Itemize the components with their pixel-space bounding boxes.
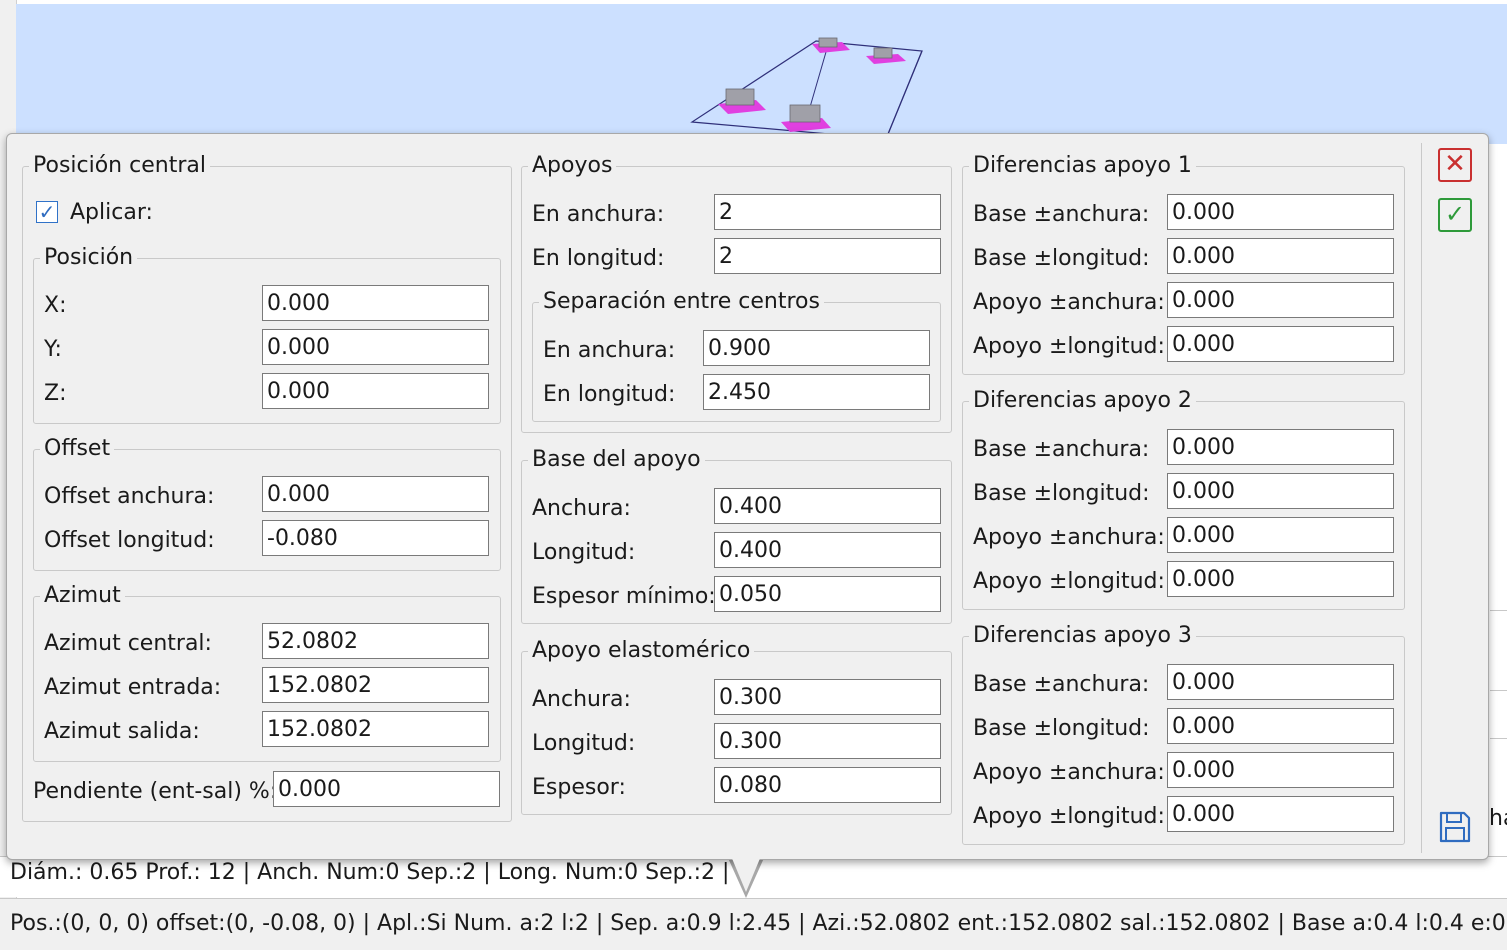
offset-width-input[interactable] [262,476,489,512]
diff1-support-length-label: Apoyo ±longitud: [973,334,1165,359]
support-settings-popup: Posición central ✓ Aplicar: Posición X: … [6,133,1489,860]
support-pad-2 [866,47,906,64]
azimuth-entry-input[interactable] [262,667,489,703]
background-text-fragment: ha [1489,806,1507,831]
support-pad-3 [718,88,766,114]
diff2-base-width-input[interactable] [1167,429,1394,465]
azimuth-exit-input[interactable] [262,711,489,747]
save-icon [1439,811,1471,843]
diff3-base-length-label: Base ±longitud: [973,716,1150,741]
base-thickness-label: Espesor mínimo: [532,584,716,609]
group-title: Diferencias apoyo 2 [973,388,1192,413]
diff3-support-width-label: Apoyo ±anchura: [973,760,1165,785]
x-input[interactable] [262,285,489,321]
elastomer-width-label: Anchura: [532,687,631,712]
3d-viewport[interactable] [16,4,1507,144]
base-thickness-input[interactable] [714,576,941,612]
diff2-support-width-label: Apoyo ±anchura: [973,525,1165,550]
separation-length-input[interactable] [703,374,930,410]
group-title: Apoyo elastomérico [532,638,751,663]
diff3-base-width-label: Base ±anchura: [973,672,1150,697]
group-title: Diferencias apoyo 1 [973,153,1192,178]
separation-width-input[interactable] [703,330,930,366]
close-icon: ✕ [1444,149,1466,179]
x-label: X: [44,293,67,318]
separation-length-label: En longitud: [543,382,676,407]
group-title: Base del apoyo [532,447,701,472]
elastomer-length-input[interactable] [714,723,941,759]
elastomer-length-label: Longitud: [532,731,636,756]
diff2-base-width-label: Base ±anchura: [973,437,1150,462]
azimuth-central-label: Azimut central: [44,631,212,656]
group-title: Posición [44,245,134,270]
base-length-input[interactable] [714,532,941,568]
base-width-input[interactable] [714,488,941,524]
popup-pointer-fill [731,856,761,892]
diff2-base-length-input[interactable] [1167,473,1394,509]
elastomer-width-input[interactable] [714,679,941,715]
diff2-support-length-input[interactable] [1167,561,1394,597]
diff3-support-length-label: Apoyo ±longitud: [973,804,1165,829]
offset-length-input[interactable] [262,520,489,556]
group-title: Azimut [44,583,121,608]
y-label: Y: [44,337,62,362]
status-bar-text: Pos.:(0, 0, 0) offset:(0, -0.08, 0) | Ap… [10,911,1507,936]
z-label: Z: [44,381,67,406]
z-input[interactable] [262,373,489,409]
status-bar: Pos.:(0, 0, 0) offset:(0, -0.08, 0) | Ap… [0,898,1507,950]
diff2-base-length-label: Base ±longitud: [973,481,1150,506]
action-separator [1421,143,1422,853]
3d-scene [690,37,923,140]
slope-label: Pendiente (ent-sal) %: [33,779,278,804]
check-icon: ✓ [1444,200,1466,228]
diff1-base-width-label: Base ±anchura: [973,202,1150,227]
base-width-label: Anchura: [532,496,631,521]
group-title: Apoyos [532,153,613,178]
supports-length-label: En longitud: [532,246,665,271]
diff1-base-length-input[interactable] [1167,238,1394,274]
slope-input[interactable] [273,771,500,807]
save-button[interactable] [1438,810,1472,844]
azimuth-exit-label: Azimut salida: [44,719,200,744]
supports-length-input[interactable] [714,238,941,274]
offset-length-label: Offset longitud: [44,528,215,553]
info-line-text: Diám.: 0.65 Prof.: 12 | Anch. Num:0 Sep.… [10,860,730,885]
group-title: Diferencias apoyo 3 [973,623,1192,648]
y-input[interactable] [262,329,489,365]
accept-button[interactable]: ✓ [1438,198,1472,232]
diff1-support-length-input[interactable] [1167,326,1394,362]
diff2-support-length-label: Apoyo ±longitud: [973,569,1165,594]
elastomer-thickness-label: Espesor: [532,775,626,800]
diff3-base-length-input[interactable] [1167,708,1394,744]
apply-checkbox[interactable]: ✓ [36,201,58,223]
group-title: Separación entre centros [543,289,820,314]
diff2-support-width-input[interactable] [1167,517,1394,553]
azimuth-central-input[interactable] [262,623,489,659]
diff3-base-width-input[interactable] [1167,664,1394,700]
azimuth-entry-label: Azimut entrada: [44,675,222,700]
supports-width-label: En anchura: [532,202,665,227]
close-button[interactable]: ✕ [1438,148,1472,182]
base-length-label: Longitud: [532,540,636,565]
elastomer-thickness-input[interactable] [714,767,941,803]
group-title: Offset [44,436,111,461]
group-title: Posición central [33,153,206,178]
apply-label: Aplicar: [70,200,153,225]
separation-width-label: En anchura: [543,338,676,363]
diff3-support-width-input[interactable] [1167,752,1394,788]
offset-width-label: Offset anchura: [44,484,215,509]
diff1-base-width-input[interactable] [1167,194,1394,230]
diff1-support-width-label: Apoyo ±anchura: [973,290,1165,315]
diff1-base-length-label: Base ±longitud: [973,246,1150,271]
diff1-support-width-input[interactable] [1167,282,1394,318]
support-pad-4 [781,104,831,132]
diff3-support-length-input[interactable] [1167,796,1394,832]
supports-width-input[interactable] [714,194,941,230]
checkmark-icon: ✓ [38,200,56,224]
support-pad-1 [812,37,850,53]
